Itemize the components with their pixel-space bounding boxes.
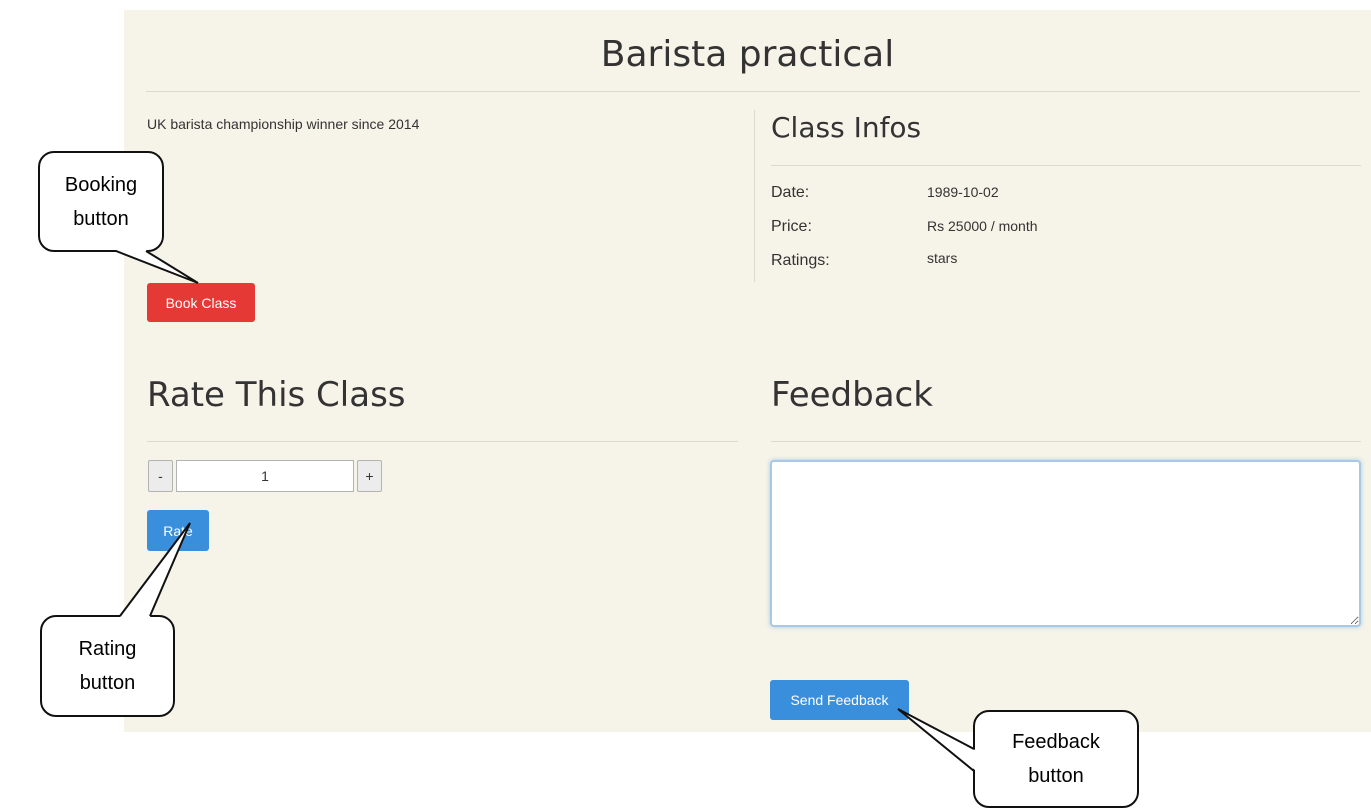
callout-text: Booking: [64, 173, 138, 196]
rate-divider: [147, 441, 738, 442]
column-divider: [754, 110, 755, 282]
callout-text: button: [73, 207, 129, 230]
class-infos-divider: [771, 165, 1361, 166]
rating-value-input[interactable]: [176, 460, 354, 492]
ratings-value: stars: [927, 250, 958, 266]
class-infos-heading: Class Infos: [771, 111, 922, 144]
callout-text: button: [79, 672, 136, 694]
class-detail-panel: Barista practical UK barista championshi…: [124, 10, 1371, 732]
feedback-textarea[interactable]: [770, 460, 1361, 627]
callout-text: button: [1028, 765, 1084, 787]
rate-this-class-heading: Rate This Class: [147, 375, 406, 415]
booking-button-callout: Booking button: [38, 151, 164, 252]
rate-button[interactable]: Rate: [147, 510, 209, 551]
ratings-label: Ratings:: [771, 252, 830, 269]
date-label: Date:: [771, 184, 810, 201]
rating-decrement-button[interactable]: -: [148, 460, 173, 492]
class-description: UK barista championship winner since 201…: [147, 116, 420, 132]
screenshot-canvas: Barista practical UK barista championshi…: [0, 0, 1371, 808]
feedback-divider: [771, 441, 1361, 442]
feedback-heading: Feedback: [771, 375, 933, 415]
price-label: Price:: [771, 218, 812, 235]
book-class-button[interactable]: Book Class: [147, 283, 255, 322]
callout-text: Rating: [78, 638, 137, 660]
page-title: Barista practical: [600, 34, 895, 75]
send-feedback-button[interactable]: Send Feedback: [770, 680, 909, 720]
title-divider: [146, 91, 1360, 92]
price-value: Rs 25000 / month: [927, 218, 1038, 234]
rating-increment-button[interactable]: +: [357, 460, 382, 492]
rating-button-callout: Rating button: [40, 615, 175, 717]
callout-text: Feedback: [1012, 731, 1100, 753]
feedback-button-callout: Feedback button: [973, 710, 1139, 808]
date-value: 1989-10-02: [927, 184, 999, 200]
